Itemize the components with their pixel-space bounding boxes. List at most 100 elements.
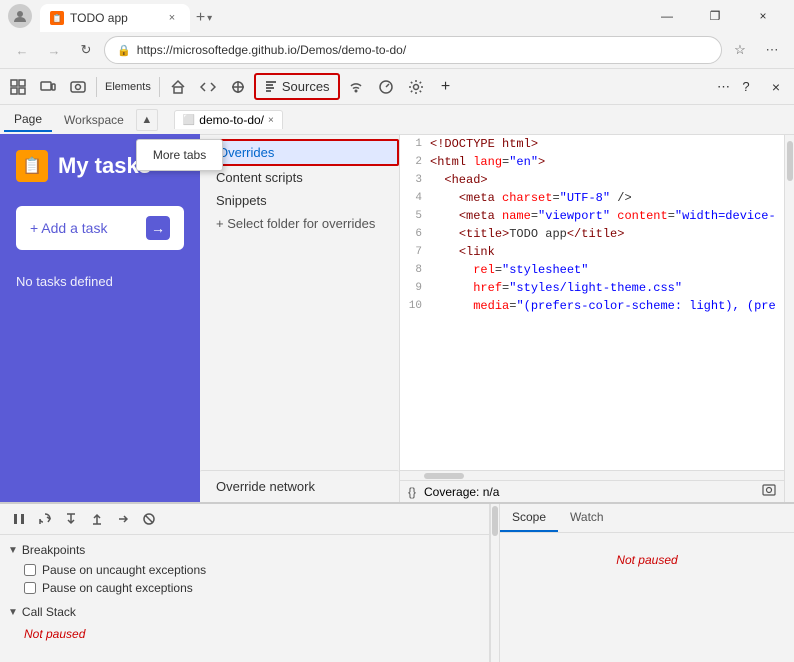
devtools-sidebar: Overrides Content scripts Snippets + Sel…: [200, 134, 400, 502]
back-btn[interactable]: ←: [8, 36, 36, 64]
screenshot-btn[interactable]: [762, 483, 776, 500]
page-tab[interactable]: Page: [4, 108, 52, 132]
active-tab[interactable]: 📋 TODO app ×: [40, 4, 190, 32]
devtools-code-panel: 1 <!DOCTYPE html> 2 <html lang="en"> 3 <…: [400, 134, 784, 502]
add-task-arrow: →: [146, 216, 170, 240]
workspace-tab[interactable]: Workspace: [54, 109, 134, 131]
url-text: https://microsoftedge.github.io/Demos/de…: [137, 43, 406, 57]
overrides-item[interactable]: Overrides: [200, 139, 399, 166]
debug-panel: ▼ Breakpoints Pause on uncaught exceptio…: [0, 504, 490, 662]
step-btn[interactable]: [112, 508, 134, 530]
breakpoints-label: Breakpoints: [22, 543, 85, 557]
snippets-item[interactable]: Snippets: [200, 189, 399, 212]
inspect-btn[interactable]: [4, 73, 32, 101]
scope-tab[interactable]: Scope: [500, 504, 558, 532]
profile-icon[interactable]: [8, 4, 32, 28]
app-icon: 📋: [16, 150, 48, 182]
call-stack-label: Call Stack: [22, 605, 76, 619]
code-line-4: 4 <meta charset="UTF-8" />: [400, 189, 784, 207]
capture-btn[interactable]: [64, 73, 92, 101]
file-tab[interactable]: ⬜ demo-to-do/ ×: [174, 110, 283, 129]
deactivate-btn[interactable]: [138, 508, 160, 530]
pause-uncaught-checkbox[interactable]: [24, 564, 36, 576]
select-folder-item[interactable]: + Select folder for overrides: [200, 212, 399, 235]
scope-panel: Scope Watch Not paused: [500, 504, 794, 662]
file-tab-close[interactable]: ×: [268, 115, 274, 126]
wifi-btn[interactable]: [342, 73, 370, 101]
cs-arrow: ▼: [8, 607, 18, 618]
settings-btn[interactable]: [402, 73, 430, 101]
collections-icon[interactable]: ⋯: [758, 36, 786, 64]
pause-caught-label: Pause on caught exceptions: [42, 581, 193, 595]
new-tab-btn[interactable]: + ▾: [190, 4, 218, 32]
step-out-btn[interactable]: [86, 508, 108, 530]
main-content: 📋 My tasks + Add a task → No tasks defin…: [0, 134, 794, 502]
maximize-btn[interactable]: ❐: [692, 0, 738, 32]
close-devtools-btn[interactable]: ×: [762, 73, 790, 101]
minimize-btn[interactable]: —: [644, 0, 690, 32]
code-btn[interactable]: [194, 73, 222, 101]
refresh-btn[interactable]: ↻: [72, 36, 100, 64]
tab-close-btn[interactable]: ×: [164, 10, 180, 26]
devtools-toolbar: Elements Sources + ⋯ ? ×: [0, 68, 794, 104]
step-into-btn[interactable]: [60, 508, 82, 530]
devtools-status-bar: {} Coverage: n/a: [400, 480, 784, 502]
add-task-btn[interactable]: + Add a task →: [16, 206, 184, 250]
network-btn[interactable]: [224, 73, 252, 101]
tab-favicon: 📋: [50, 11, 64, 25]
scroll-thumb[interactable]: [424, 473, 464, 479]
bp-arrow: ▼: [8, 545, 18, 556]
device-toggle-btn[interactable]: [34, 73, 62, 101]
watch-tab[interactable]: Watch: [558, 504, 616, 532]
select-folder-label: + Select folder for overrides: [216, 216, 375, 231]
file-tab-name: demo-to-do/: [199, 113, 264, 127]
scroll-thumb-v[interactable]: [787, 141, 793, 181]
address-bar: ← → ↻ 🔒 https://microsoftedge.github.io/…: [0, 32, 794, 68]
more-options-btn[interactable]: ⋯: [717, 73, 730, 101]
code-line-8: 8 rel="stylesheet": [400, 261, 784, 279]
vertical-scrollbar[interactable]: [784, 134, 794, 502]
close-btn[interactable]: ×: [740, 0, 786, 32]
code-line-9: 9 href="styles/light-theme.css": [400, 279, 784, 297]
content-scripts-item[interactable]: Content scripts: [200, 166, 399, 189]
add-panel-btn[interactable]: +: [432, 73, 460, 101]
sources-tab[interactable]: Sources: [254, 73, 340, 100]
horizontal-scrollbar[interactable]: [400, 470, 784, 480]
code-line-1: 1 <!DOCTYPE html>: [400, 135, 784, 153]
elements-tab[interactable]: Elements: [101, 73, 155, 101]
more-tabs-label: More tabs: [137, 144, 222, 166]
tab-title: TODO app: [70, 11, 128, 25]
pause-caught-row: Pause on caught exceptions: [8, 579, 481, 597]
pause-btn[interactable]: [8, 508, 30, 530]
code-line-2: 2 <html lang="en">: [400, 153, 784, 171]
debug-scrollbar[interactable]: [490, 504, 500, 662]
address-icons: ☆ ⋯: [726, 36, 786, 64]
call-stack-status: Not paused: [8, 623, 481, 645]
scope-tabs: Scope Watch: [500, 504, 794, 533]
code-line-5: 5 <meta name="viewport" content="width=d…: [400, 207, 784, 225]
tab-bar: 📋 TODO app × + ▾: [40, 0, 644, 32]
title-bar: 📋 TODO app × + ▾ — ❐ ×: [0, 0, 794, 32]
favorites-icon[interactable]: ☆: [726, 36, 754, 64]
call-stack: ▼ Call Stack Not paused: [8, 597, 481, 649]
scope-content: Not paused: [500, 533, 794, 575]
performance-btn[interactable]: [372, 73, 400, 101]
home-btn[interactable]: [164, 73, 192, 101]
url-bar[interactable]: 🔒 https://microsoftedge.github.io/Demos/…: [104, 36, 722, 64]
debug-scroll-thumb[interactable]: [492, 506, 498, 536]
debug-content: ▼ Breakpoints Pause on uncaught exceptio…: [0, 535, 489, 662]
forward-btn[interactable]: →: [40, 36, 68, 64]
code-line-3: 3 <head>: [400, 171, 784, 189]
pause-caught-checkbox[interactable]: [24, 582, 36, 594]
code-area: 1 <!DOCTYPE html> 2 <html lang="en"> 3 <…: [400, 135, 784, 470]
bottom-panel: ▼ Breakpoints Pause on uncaught exceptio…: [0, 502, 794, 662]
call-stack-header[interactable]: ▼ Call Stack: [8, 601, 481, 623]
more-tabs-btn[interactable]: ▲: [136, 109, 158, 131]
pause-uncaught-label: Pause on uncaught exceptions: [42, 563, 206, 577]
override-network-item[interactable]: Override network: [200, 470, 399, 498]
sources-label: Sources: [282, 79, 330, 94]
breakpoints-header[interactable]: ▼ Breakpoints: [8, 539, 481, 561]
help-btn[interactable]: ?: [732, 73, 760, 101]
step-over-btn[interactable]: [34, 508, 56, 530]
bracket-icon: {}: [408, 485, 416, 499]
